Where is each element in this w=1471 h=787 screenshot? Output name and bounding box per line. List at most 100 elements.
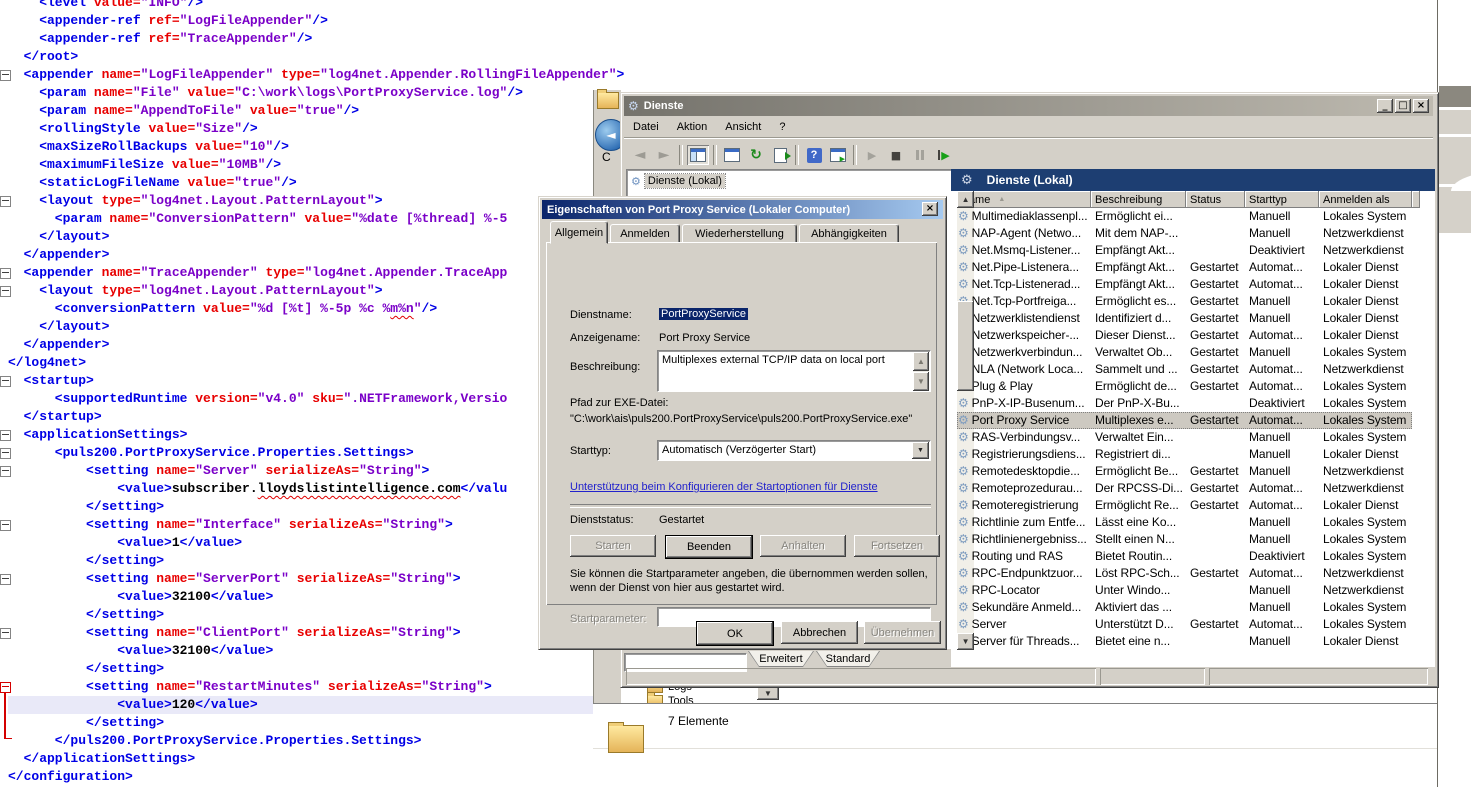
menu-item-ansicht[interactable]: Ansicht [716, 118, 770, 136]
restart-service-icon[interactable]: ▶ [933, 145, 955, 165]
code-line[interactable]: <param name="ConversionPattern" value="%… [8, 210, 594, 228]
fold-toggle-icon[interactable] [0, 268, 11, 279]
fold-toggle-icon[interactable] [0, 430, 11, 441]
code-line[interactable]: <appender-ref ref="TraceAppender"/> [8, 30, 594, 48]
fold-toggle-icon[interactable] [0, 628, 11, 639]
pause-service-icon[interactable] [909, 145, 931, 165]
fold-toggle-icon[interactable] [0, 70, 11, 81]
fold-toggle-icon[interactable] [0, 574, 11, 585]
code-line[interactable]: <setting name="RestartMinutes" serialize… [8, 678, 594, 696]
code-line[interactable]: <layout type="log4net.Layout.PatternLayo… [8, 192, 594, 210]
textbox-scrollbar[interactable]: ▲ ▼ [913, 352, 929, 390]
service-row[interactable]: ⚙Net.Tcp-Listenerad...Empfängt Akt...Ges… [957, 276, 1412, 293]
view-tab-standard[interactable]: Standard [816, 651, 880, 667]
code-line[interactable]: <applicationSettings> [8, 426, 594, 444]
column-header-name[interactable]: Name▲ [957, 191, 1091, 208]
code-line[interactable]: </setting> [8, 606, 594, 624]
code-line[interactable]: <param name="AppendToFile" value="true"/… [8, 102, 594, 120]
service-row[interactable]: ⚙Net.Tcp-Portfreiga...Ermöglicht es...Ge… [957, 293, 1412, 310]
chevron-down-icon[interactable]: ▼ [912, 442, 929, 459]
code-line[interactable]: <setting name="ClientPort" serializeAs="… [8, 624, 594, 642]
fold-toggle-icon[interactable] [0, 520, 11, 531]
dienstname-value[interactable]: PortProxyService [659, 308, 748, 320]
code-line[interactable]: </setting> [8, 498, 594, 516]
code-line[interactable]: </applicationSettings> [8, 750, 594, 768]
new-window-icon[interactable] [827, 145, 849, 165]
service-row[interactable]: ⚙Netzwerkspeicher-...Dieser Dienst...Ges… [957, 327, 1412, 344]
maximize-button[interactable]: □ [1395, 99, 1411, 113]
fold-toggle-icon[interactable] [0, 448, 11, 459]
code-line[interactable]: <appender name="LogFileAppender" type="l… [8, 66, 594, 84]
service-row[interactable]: ⚙Routing und RASBietet Routin...Deaktivi… [957, 548, 1412, 565]
scroll-down-icon[interactable]: ▼ [913, 372, 929, 391]
service-row[interactable]: ⚙Multimediaklassenpl...Ermöglicht ei...M… [957, 208, 1412, 225]
code-line[interactable]: </startup> [8, 408, 594, 426]
service-row[interactable]: ⚙Net.Msmq-Listener...Empfängt Akt...Deak… [957, 242, 1412, 259]
fold-toggle-icon[interactable] [0, 682, 11, 693]
startoptionen-hilfe-link[interactable]: Unterstützung beim Konfigurieren der Sta… [570, 481, 878, 493]
menu-item-datei[interactable]: Datei [624, 118, 668, 136]
service-row[interactable]: ⚙RemoteregistrierungErmöglicht Re...Gest… [957, 497, 1412, 514]
service-row[interactable]: ⚙RAS-Verbindungsv...Verwaltet Ein...Manu… [957, 429, 1412, 446]
service-row[interactable]: ⚙NetzwerklistendienstIdentifiziert d...G… [957, 310, 1412, 327]
code-line[interactable]: <conversionPattern value="%d [%t] %-5p %… [8, 300, 594, 318]
tab-anmelden[interactable]: Anmelden [610, 224, 680, 243]
service-row[interactable]: ⚙RPC-Endpunktzuor...Löst RPC-Sch...Gesta… [957, 565, 1412, 582]
code-line[interactable]: <layout type="log4net.Layout.PatternLayo… [8, 282, 594, 300]
column-header-status[interactable]: Status [1186, 191, 1245, 208]
code-line[interactable]: <puls200.PortProxyService.Properties.Set… [8, 444, 594, 462]
service-row[interactable]: ⚙Registrierungsdiens...Registriert di...… [957, 446, 1412, 463]
show-console-tree-icon[interactable] [687, 145, 709, 165]
code-line[interactable]: <setting name="Interface" serializeAs="S… [8, 516, 594, 534]
column-header-beschreibung[interactable]: Beschreibung [1091, 191, 1186, 208]
code-line[interactable]: <setting name="Server" serializeAs="Stri… [8, 462, 594, 480]
code-line[interactable]: </layout> [8, 228, 594, 246]
forward-icon[interactable]: ► [653, 145, 675, 165]
fold-toggle-icon[interactable] [0, 196, 11, 207]
service-row[interactable]: ⚙Richtlinienergebniss...Stellt einen N..… [957, 531, 1412, 548]
stop-service-icon[interactable]: ■ [885, 145, 907, 165]
code-line[interactable]: </root> [8, 48, 594, 66]
service-row[interactable]: ⚙Netzwerkverbindun...Verwaltet Ob...Gest… [957, 344, 1412, 361]
scroll-up-icon[interactable]: ▲ [957, 191, 974, 208]
code-line[interactable]: </configuration> [8, 768, 594, 786]
column-header-anmeldenals[interactable]: Anmelden als [1319, 191, 1412, 208]
xml-editor[interactable]: <level value="INFO"/> <appender-ref ref=… [0, 0, 594, 787]
code-line[interactable]: <rollingStyle value="Size"/> [8, 120, 594, 138]
dialog-titlebar[interactable]: Eigenschaften von Port Proxy Service (Lo… [542, 200, 943, 219]
view-tab-erweitert[interactable]: Erweitert [748, 651, 814, 667]
tab-abhangigkeiten[interactable]: Abhängigkeiten [799, 224, 899, 243]
menu-item-?[interactable]: ? [770, 118, 794, 136]
code-line[interactable]: </appender> [8, 336, 594, 354]
code-line[interactable]: <maximumFileSize value="10MB"/> [8, 156, 594, 174]
code-line[interactable]: <setting name="ServerPort" serializeAs="… [8, 570, 594, 588]
beenden-button[interactable]: Beenden [665, 535, 753, 559]
service-row[interactable]: ⚙Port Proxy ServiceMultiplexes e...Gesta… [957, 412, 1412, 429]
code-line[interactable]: <value>32100</value> [8, 642, 594, 660]
close-icon[interactable]: × [922, 202, 938, 216]
fold-toggle-icon[interactable] [0, 466, 11, 477]
abbrechen-button[interactable]: Abbrechen [781, 621, 858, 644]
tab-allgemein[interactable]: Allgemein [550, 221, 608, 244]
code-line[interactable]: <value>120</value> [8, 696, 594, 714]
code-line[interactable]: <staticLogFileName value="true"/> [8, 174, 594, 192]
code-line[interactable]: <supportedRuntime version="v4.0" sku=".N… [8, 390, 594, 408]
tree-item-dienste-lokal[interactable]: ⚙ Dienste (Lokal) [631, 174, 725, 188]
starttyp-select[interactable]: Automatisch (Verzögerter Start) ▼ [657, 440, 931, 461]
code-line[interactable]: <value>1</value> [8, 534, 594, 552]
service-row[interactable]: ⚙Plug & PlayErmöglicht de...GestartetAut… [957, 378, 1412, 395]
code-line[interactable]: <appender-ref ref="LogFileAppender"/> [8, 12, 594, 30]
code-line[interactable]: <startup> [8, 372, 594, 390]
ok-button[interactable]: OK [696, 621, 774, 646]
scrollbar-thumb[interactable] [957, 301, 974, 391]
code-line[interactable]: </setting> [8, 714, 594, 732]
code-line[interactable]: </setting> [8, 660, 594, 678]
service-row[interactable]: ⚙Sekundäre Anmeld...Aktiviert das ...Man… [957, 599, 1412, 616]
service-row[interactable]: ⚙Server für Threads...Bietet eine n...Ma… [957, 633, 1412, 650]
code-line[interactable]: <level value="INFO"/> [8, 0, 594, 12]
code-line[interactable]: <value>32100</value> [8, 588, 594, 606]
properties-icon[interactable] [721, 145, 743, 165]
service-row[interactable]: ⚙NAP-Agent (Netwo...Mit dem NAP-...Manue… [957, 225, 1412, 242]
service-row[interactable]: ⚙Richtlinie zum Entfe...Lässt eine Ko...… [957, 514, 1412, 531]
service-row[interactable]: ⚙Net.Pipe-Listenera...Empfängt Akt...Ges… [957, 259, 1412, 276]
